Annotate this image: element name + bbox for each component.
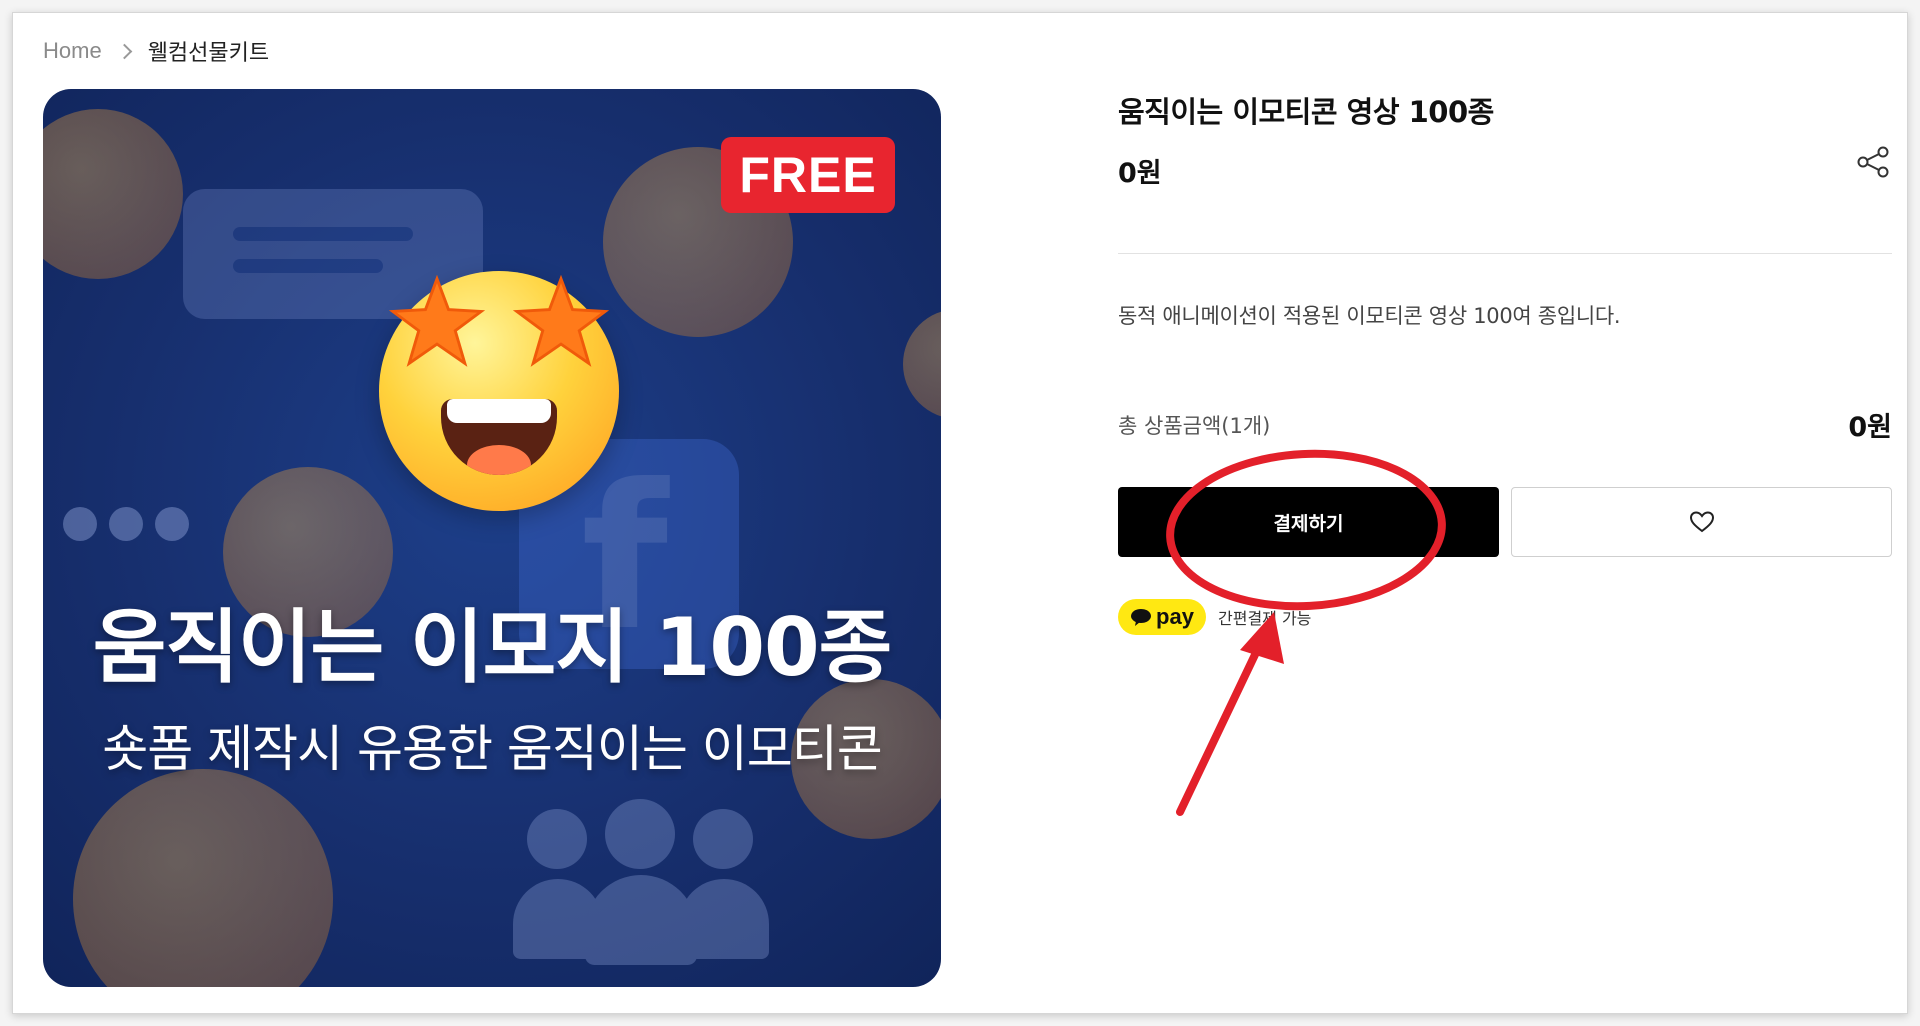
background-emoji-icon <box>903 309 941 419</box>
product-description: 동적 애니메이션이 적용된 이모티콘 영상 100여 종입니다. <box>1118 304 1621 328</box>
action-buttons: 결제하기 <box>1118 487 1892 557</box>
image-headline: 움직이는 이모지 100종 <box>92 601 893 694</box>
breadcrumb-home-link[interactable]: Home <box>43 38 102 64</box>
share-icon[interactable] <box>1856 145 1890 179</box>
divider <box>1118 253 1892 254</box>
kakaopay-label: pay <box>1156 604 1194 629</box>
typing-dots-icon <box>63 507 189 541</box>
kakaopay-badge: pay <box>1118 599 1206 635</box>
speech-bubble-icon <box>1131 609 1152 626</box>
wishlist-button[interactable] <box>1511 487 1892 557</box>
image-subline: 숏폼 제작시 유용한 움직이는 이모티콘 <box>102 720 883 778</box>
background-emoji-icon <box>43 109 183 279</box>
product-info: 움직이는 이모티콘 영상 100종 0원 동적 애니메이션이 적용된 이모티콘 … <box>1118 89 1892 635</box>
product-price: 0원 <box>1118 158 1162 189</box>
star-eye-icon <box>513 275 609 367</box>
chevron-right-icon <box>116 42 134 60</box>
tears-of-joy-emoji-icon <box>73 769 333 987</box>
total-price-row: 총 상품금액(1개) 0원 <box>1118 405 1892 444</box>
people-group-icon <box>513 799 773 965</box>
emoji-mouth <box>441 399 557 475</box>
kakaopay-row: pay 간편결제 가능 <box>1118 599 1311 635</box>
free-badge: FREE <box>721 137 895 213</box>
star-struck-emoji-icon <box>379 271 619 511</box>
checkout-button[interactable]: 결제하기 <box>1118 487 1499 557</box>
total-price-label: 총 상품금액(1개) <box>1118 413 1271 438</box>
product-image: f FREE 움직이는 이모지 100종 숏폼 제작시 유용한 움직이는 이모티… <box>43 89 941 987</box>
kakaopay-note: 간편결제 가능 <box>1218 609 1312 628</box>
total-price-value: 0원 <box>1848 412 1892 443</box>
breadcrumb: Home 웰컴선물키트 <box>43 35 269 67</box>
product-title: 움직이는 이모티콘 영상 100종 <box>1118 95 1494 129</box>
star-eye-icon <box>389 275 485 367</box>
breadcrumb-current: 웰컴선물키트 <box>147 40 270 65</box>
heart-icon <box>1689 511 1714 533</box>
browser-frame: Home 웰컴선물키트 f FREE 움직이는 이모지 100종 숏폼 제작시 … <box>12 12 1908 1014</box>
